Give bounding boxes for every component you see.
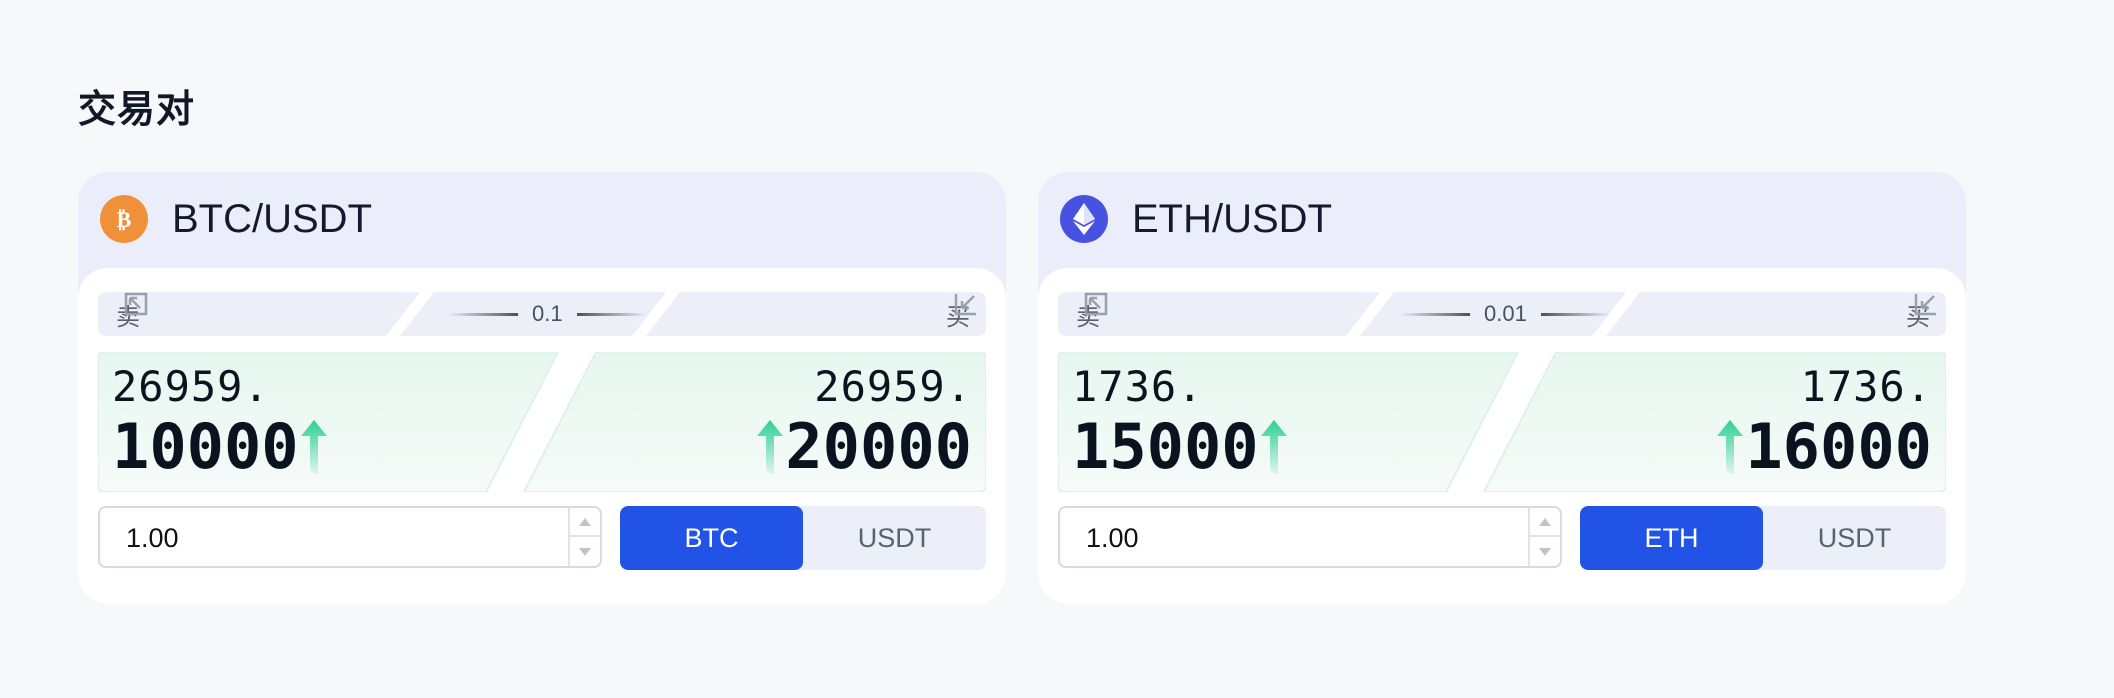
unit-button-usdt[interactable]: USDT bbox=[1763, 506, 1946, 570]
up-arrow-icon bbox=[1259, 418, 1289, 476]
sell-price-integer: 1736. bbox=[1072, 362, 1204, 411]
sell-tab[interactable]: 卖 bbox=[1076, 292, 1108, 336]
trading-pair-card-eth: ETH/USDT 卖 0.01 买 1736. 15000 1736. 1600… bbox=[1038, 172, 1966, 604]
unit-toggle: BTC USDT bbox=[620, 506, 986, 570]
price-area: 1736. 15000 1736. 16000 bbox=[1058, 352, 1946, 492]
amount-input[interactable] bbox=[1084, 522, 1488, 555]
sell-arrow-icon bbox=[124, 292, 148, 316]
pair-name: BTC/USDT bbox=[172, 196, 372, 241]
buy-tab[interactable]: 买 bbox=[946, 292, 976, 336]
sell-price-decimal: 10000 bbox=[112, 410, 299, 483]
up-arrow-icon bbox=[755, 418, 785, 476]
amount-stepper[interactable] bbox=[568, 508, 600, 566]
pair-name: ETH/USDT bbox=[1132, 196, 1332, 241]
buy-price[interactable]: 16000 bbox=[1715, 410, 1932, 483]
stepper-up-icon[interactable] bbox=[570, 508, 600, 537]
buy-price-decimal: 20000 bbox=[785, 410, 972, 483]
stepper-up-icon[interactable] bbox=[1530, 508, 1560, 537]
amount-input[interactable] bbox=[124, 522, 528, 555]
stepper-down-icon[interactable] bbox=[570, 537, 600, 566]
amount-field[interactable] bbox=[98, 506, 602, 568]
buy-price[interactable]: 20000 bbox=[755, 410, 972, 483]
spread-value: 0.01 bbox=[1484, 301, 1527, 326]
unit-toggle: ETH USDT bbox=[1580, 506, 1946, 570]
buy-price-decimal: 16000 bbox=[1745, 410, 1932, 483]
spread-bar: 卖 0.01 买 bbox=[1058, 292, 1946, 336]
sell-arrow-icon bbox=[1084, 292, 1108, 316]
up-arrow-icon bbox=[299, 418, 329, 476]
buy-price-integer: 26959. bbox=[814, 362, 972, 411]
buy-price-integer: 1736. bbox=[1800, 362, 1932, 411]
buy-arrow-icon bbox=[1914, 294, 1936, 316]
up-arrow-icon bbox=[1715, 418, 1745, 476]
sell-price[interactable]: 15000 bbox=[1072, 410, 1289, 483]
sell-price-integer: 26959. bbox=[112, 362, 270, 411]
spread-value: 0.1 bbox=[532, 301, 563, 326]
amount-row: ETH USDT bbox=[1058, 506, 1946, 570]
ethereum-icon bbox=[1060, 195, 1108, 243]
spread-bar: 卖 0.1 买 bbox=[98, 292, 986, 336]
price-area: 26959. 10000 26959. 20000 bbox=[98, 352, 986, 492]
unit-button-btc[interactable]: BTC bbox=[620, 506, 803, 570]
page-title: 交易对 bbox=[78, 87, 196, 131]
card-body: 卖 0.1 买 26959. 10000 26959. 20000 1.00 B… bbox=[78, 268, 1006, 604]
unit-button-eth[interactable]: ETH bbox=[1580, 506, 1763, 570]
stepper-down-icon[interactable] bbox=[1530, 537, 1560, 566]
trading-pair-card-btc: ₿ BTC/USDT 卖 0.1 买 26959. 10000 26959. 2… bbox=[78, 172, 1006, 604]
unit-button-usdt[interactable]: USDT bbox=[803, 506, 986, 570]
sell-tab[interactable]: 卖 bbox=[116, 292, 148, 336]
amount-field[interactable] bbox=[1058, 506, 1562, 568]
card-header: ₿ BTC/USDT bbox=[78, 172, 1006, 266]
amount-stepper[interactable] bbox=[1528, 508, 1560, 566]
spread-indicator: 0.01 bbox=[1400, 292, 1611, 336]
spread-indicator: 0.1 bbox=[448, 292, 647, 336]
sell-price[interactable]: 10000 bbox=[112, 410, 329, 483]
card-header: ETH/USDT bbox=[1038, 172, 1966, 266]
sell-price-decimal: 15000 bbox=[1072, 410, 1259, 483]
buy-tab[interactable]: 买 bbox=[1906, 292, 1936, 336]
buy-arrow-icon bbox=[954, 294, 976, 316]
svg-text:₿: ₿ bbox=[117, 208, 132, 233]
amount-row: BTC USDT bbox=[98, 506, 986, 570]
bitcoin-icon: ₿ bbox=[100, 195, 148, 243]
card-body: 卖 0.01 买 1736. 15000 1736. 16000 1.00 ET… bbox=[1038, 268, 1966, 604]
